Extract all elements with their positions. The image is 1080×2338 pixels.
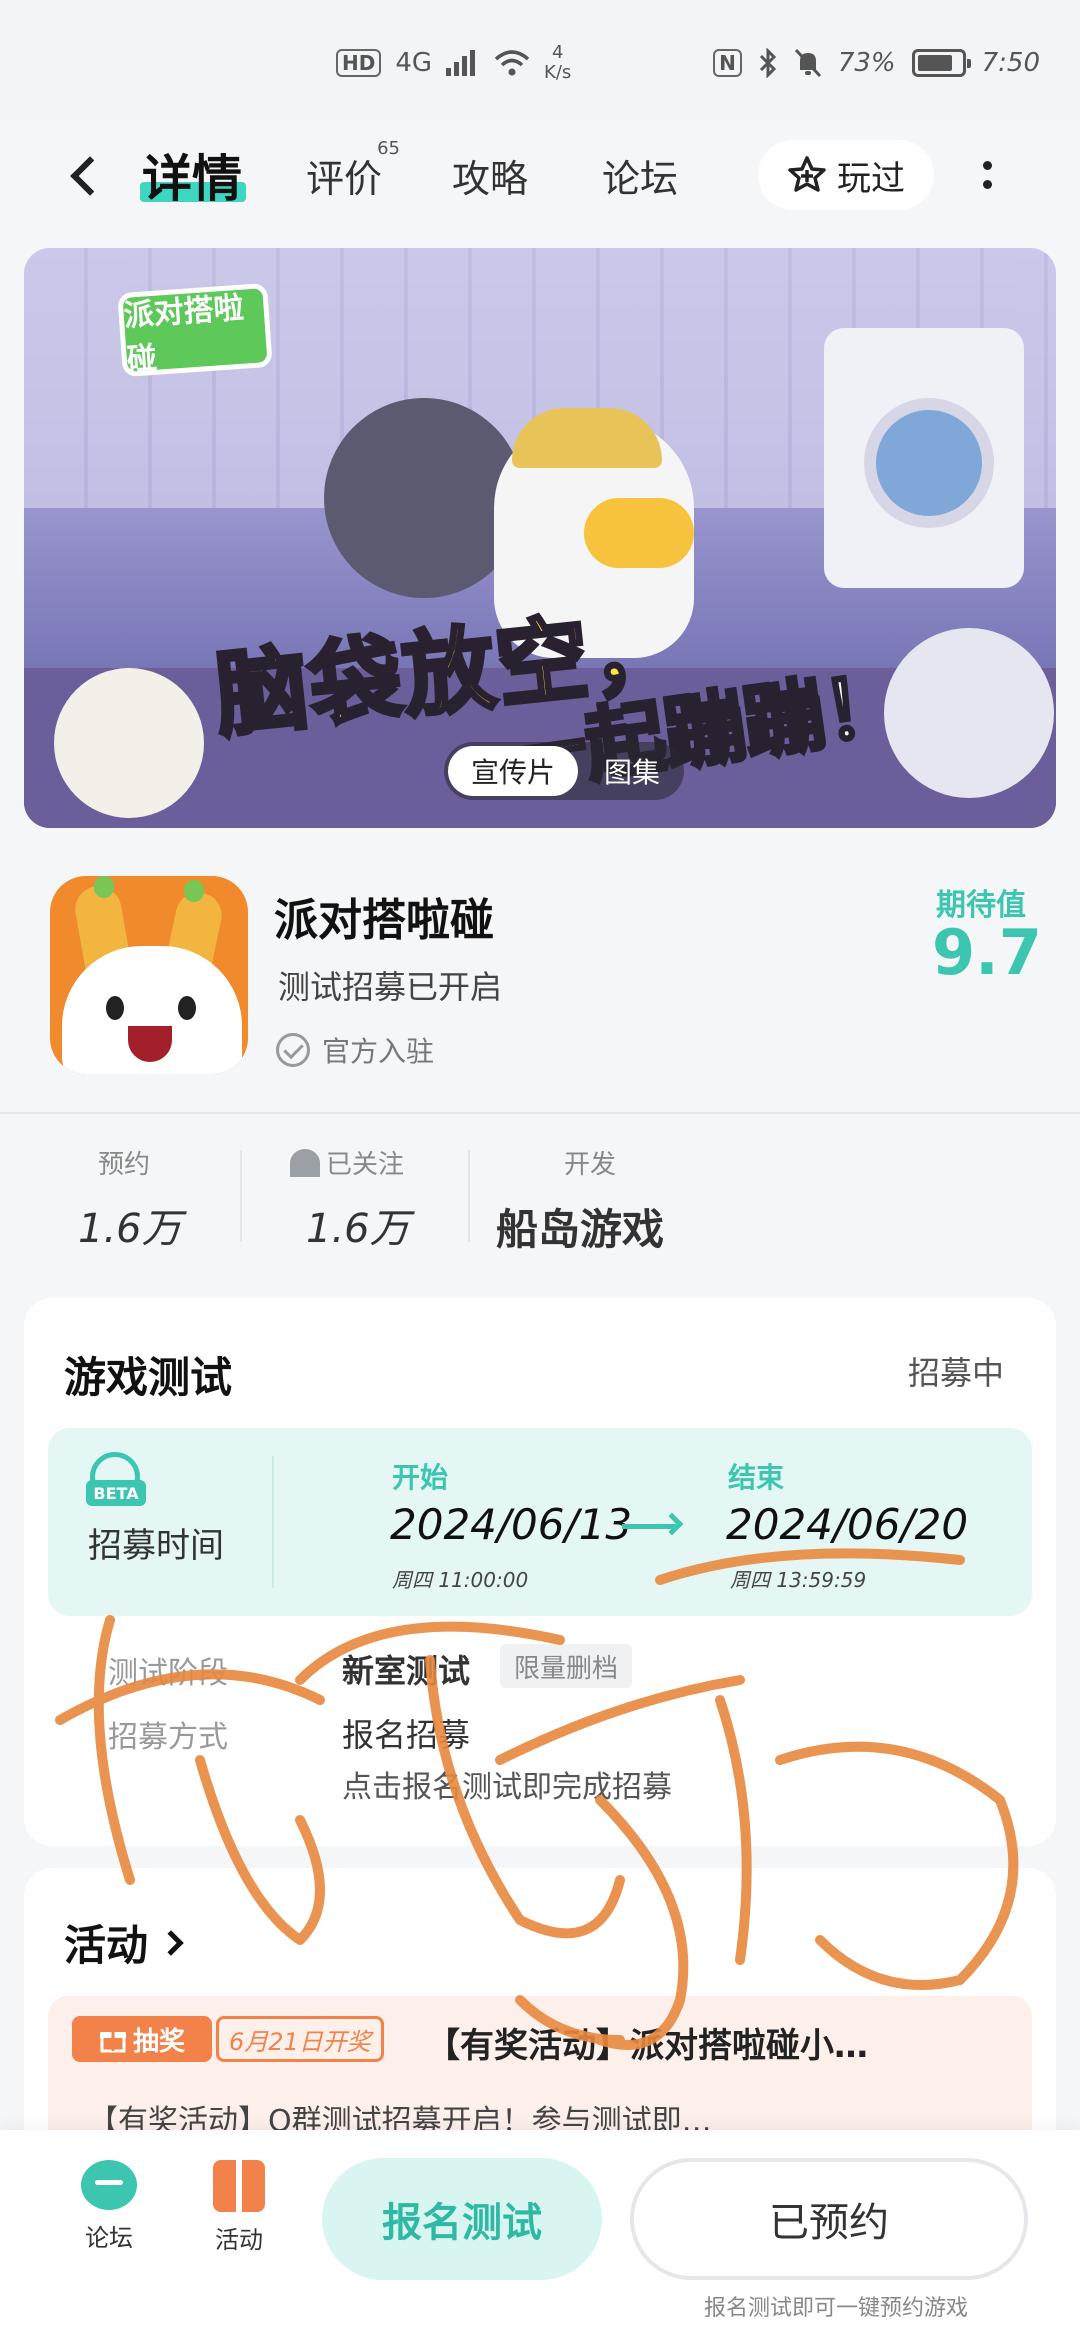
banner-game-logo: 派对搭啦碰 (117, 282, 273, 378)
limit-badge: 限量删档 (500, 1644, 633, 1688)
heart-icon (290, 1148, 320, 1177)
beta-tag: BETA (86, 1480, 146, 1506)
activity-headline: 【有奖活动】派对搭啦碰小… (426, 2026, 868, 2066)
bluetooth-icon (759, 48, 776, 78)
start-time: 周四 11:00:00 (392, 1568, 529, 1592)
chevron-right-icon (158, 1929, 184, 1956)
network-speed: 4 K/s (544, 42, 572, 83)
battery-icon (911, 49, 971, 77)
banner-washer-door (864, 398, 994, 528)
back-arrow-icon (70, 156, 110, 196)
nfc-icon: N (713, 49, 742, 77)
follow-label[interactable]: 已关注 (290, 1144, 404, 1181)
bottom-forum-button[interactable]: 论坛 (64, 2160, 154, 2253)
gift-box-icon (213, 2160, 265, 2212)
check-circle-icon (276, 1033, 310, 1067)
mute-bell-icon (794, 48, 821, 78)
gift-icon (99, 2032, 126, 2053)
activity-title[interactable]: 活动 (64, 1912, 184, 1973)
test-stage-value: 新室测试 (342, 1652, 471, 1690)
divider (0, 1112, 1080, 1114)
banner-duck-hat (512, 408, 662, 468)
official-badge: 官方入驻 (276, 1030, 434, 1070)
tab-guides[interactable]: 攻略 (452, 140, 528, 210)
recruit-method-label: 招募方式 (108, 1720, 228, 1755)
recruit-time-label: 招募时间 (88, 1526, 224, 1566)
developer-label: 开发 (564, 1150, 617, 1180)
status-bar-system: N 73% 7:50 (713, 38, 1040, 88)
game-test-title: 游戏测试 (64, 1353, 233, 1402)
clock: 7:50 (981, 48, 1040, 78)
review-count-badge: 65 (377, 138, 401, 159)
banner-bunny (54, 668, 204, 818)
trailer-toggle[interactable]: 宣传片 (448, 746, 578, 796)
tab-details[interactable]: 详情 (142, 140, 242, 210)
star-plus-icon (788, 156, 826, 192)
start-date: 2024/06/13 (390, 1500, 633, 1549)
recruit-method-desc: 点击报名测试即完成招募 (342, 1770, 672, 1805)
battery-percent: 73% (837, 48, 896, 78)
back-button[interactable] (56, 145, 112, 207)
follow-count: 1.6万 (306, 1206, 410, 1252)
reserve-count: 1.6万 (78, 1206, 182, 1252)
app-status: 测试招募已开启 (278, 968, 503, 1006)
more-menu-button[interactable] (972, 150, 1002, 200)
end-date: 2024/06/20 (726, 1500, 969, 1549)
end-time: 周四 13:59:59 (730, 1568, 867, 1592)
promo-banner[interactable]: 派对搭啦碰 脑袋放空， 一起蹦蹦！ 宣传片 图集 (24, 248, 1056, 828)
start-label: 开始 (392, 1461, 449, 1494)
recruit-status: 招募中 (908, 1354, 1005, 1392)
played-button[interactable]: 玩过 (758, 140, 934, 210)
app-name: 派对搭啦碰 (274, 895, 494, 946)
lottery-tag: 抽奖 (72, 2016, 212, 2062)
gallery-toggle[interactable]: 图集 (584, 746, 680, 796)
signup-note: 报名测试即可一键预约游戏 (704, 2296, 969, 2321)
banner-duck-bill (584, 498, 694, 568)
recruit-method-value: 报名招募 (342, 1716, 471, 1754)
banner-turnip (884, 628, 1054, 798)
status-bar-network: HD 4G 4 K/s (336, 38, 571, 88)
reserve-label: 预约 (98, 1150, 151, 1180)
reserved-button[interactable]: 已预约 (630, 2158, 1028, 2280)
chat-bubble-icon (81, 2160, 137, 2210)
developer-name[interactable]: 船岛游戏 (496, 1196, 664, 1257)
test-stage-label: 测试阶段 (108, 1656, 228, 1691)
tab-forum[interactable]: 论坛 (602, 140, 678, 210)
app-icon (50, 876, 248, 1074)
wifi-icon (494, 50, 530, 76)
hd-icon: HD (336, 49, 382, 77)
signal-icon (446, 50, 476, 76)
signup-test-button[interactable]: 报名测试 (322, 2158, 602, 2280)
tab-reviews[interactable]: 评价 65 (306, 138, 400, 210)
expectation-score: 9.7 (932, 916, 1042, 989)
draw-date-tag: 6月21日开奖 (216, 2016, 384, 2062)
end-label: 结束 (728, 1461, 785, 1494)
bottom-activity-button[interactable]: 活动 (194, 2160, 284, 2255)
network-type: 4G (395, 48, 433, 78)
